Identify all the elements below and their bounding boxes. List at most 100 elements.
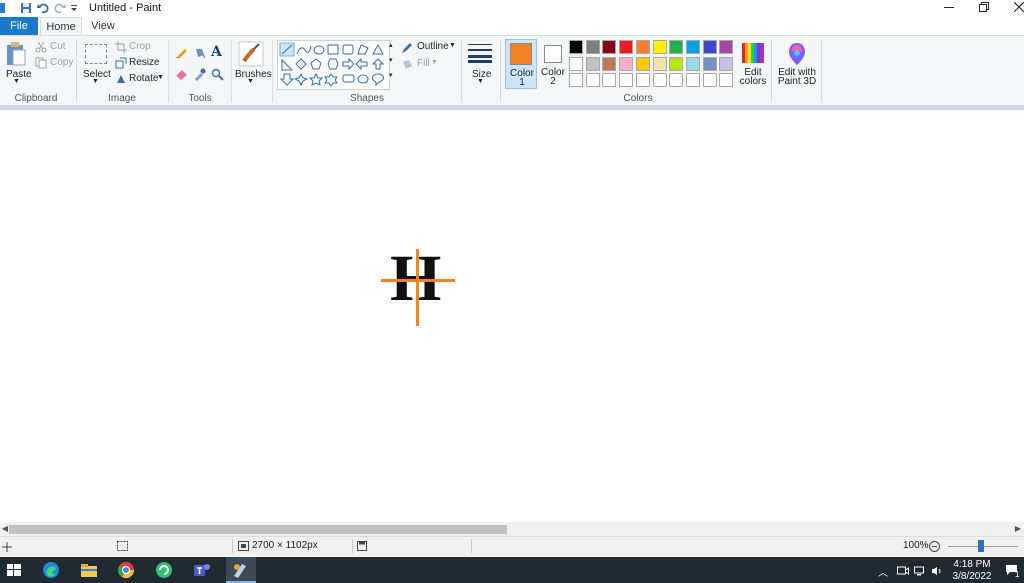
rotate-dropdown-icon: ▼ xyxy=(157,74,164,81)
palette-swatch[interactable] xyxy=(602,56,617,71)
copy-button[interactable]: Copy xyxy=(35,57,75,70)
pencil-icon[interactable] xyxy=(175,46,188,59)
edit-with-paint3d-button[interactable]: Edit with Paint 3D xyxy=(775,39,819,89)
color1-button[interactable]: Color 1 xyxy=(505,39,537,89)
palette-swatch[interactable] xyxy=(602,73,617,87)
edge-icon[interactable] xyxy=(42,561,60,579)
meet-now-icon[interactable] xyxy=(897,566,909,576)
size-button[interactable]: Size ▼ xyxy=(465,39,495,89)
brushes-button[interactable]: Brushes ▼ xyxy=(234,39,272,89)
edit-colors-label: Edit colors xyxy=(739,67,767,87)
palette-swatch[interactable] xyxy=(669,56,684,71)
expand-icon: ▾ xyxy=(389,72,393,79)
palette-swatch[interactable] xyxy=(585,56,600,71)
tab-home[interactable]: Home xyxy=(40,17,82,36)
magnifier-icon[interactable] xyxy=(211,68,224,81)
eraser-icon[interactable] xyxy=(175,68,188,81)
palette-swatch[interactable] xyxy=(635,56,650,71)
paste-button[interactable]: Paste ▼ xyxy=(3,39,32,89)
palette-swatch[interactable] xyxy=(569,40,583,54)
palette-swatch[interactable] xyxy=(635,73,650,87)
customize-arrow-icon[interactable] xyxy=(70,4,78,12)
palette-swatch[interactable] xyxy=(585,73,600,87)
palette-swatch[interactable] xyxy=(685,40,700,54)
teams-icon[interactable] xyxy=(193,561,211,579)
window-title: Untitled - Paint xyxy=(89,2,162,14)
palette-swatch[interactable] xyxy=(652,56,667,71)
palette-swatch[interactable] xyxy=(685,56,700,71)
palette-swatch[interactable] xyxy=(702,56,717,71)
save-icon[interactable] xyxy=(20,2,32,14)
palette-swatch[interactable] xyxy=(702,73,717,87)
scroll-up-icon: ▴ xyxy=(389,42,393,49)
start-icon[interactable] xyxy=(5,561,23,579)
colors-group-label: Colors xyxy=(623,93,653,104)
color-picker-icon[interactable] xyxy=(193,68,206,81)
chrome-icon[interactable] xyxy=(117,561,135,579)
crop-button[interactable]: Crop xyxy=(115,41,165,54)
fill-button[interactable]: Fill ▼ xyxy=(401,58,457,71)
volume-icon[interactable] xyxy=(931,566,943,576)
undo-icon[interactable] xyxy=(37,2,49,14)
text-icon[interactable]: A xyxy=(211,44,222,60)
paint-taskbar-active[interactable] xyxy=(226,557,256,583)
resize-button[interactable]: Resize xyxy=(115,57,165,70)
palette-swatch[interactable] xyxy=(602,40,617,54)
file-size-icon xyxy=(357,541,367,551)
color2-button[interactable]: Color 2 xyxy=(539,39,567,89)
palette-swatch[interactable] xyxy=(719,73,734,87)
tab-view[interactable]: View xyxy=(84,17,122,36)
redo-icon[interactable] xyxy=(54,2,66,14)
minimize-button[interactable] xyxy=(937,0,961,17)
outline-button[interactable]: Outline ▼ xyxy=(401,41,457,54)
network-icon[interactable] xyxy=(914,566,926,576)
tab-file[interactable]: File xyxy=(0,17,38,36)
rotate-button[interactable]: Rotate ▼ xyxy=(115,73,165,86)
shapes-gallery[interactable] xyxy=(277,40,390,90)
brushes-dropdown-icon: ▼ xyxy=(247,78,254,85)
palette-swatch[interactable] xyxy=(569,73,583,87)
palette-swatch[interactable] xyxy=(619,73,634,87)
restore-button[interactable] xyxy=(972,0,996,17)
palette-swatch[interactable] xyxy=(619,56,634,71)
fill-label: Fill xyxy=(417,58,430,69)
shapes-scroll[interactable]: ▴ ▾ ▾ xyxy=(389,41,397,87)
palette-swatch[interactable] xyxy=(685,73,700,87)
palette-swatch[interactable] xyxy=(569,56,583,71)
clock-time[interactable]: 4:18 PM xyxy=(948,559,996,570)
zoom-slider-thumb[interactable] xyxy=(978,540,984,552)
color1-label: Color 1 xyxy=(510,68,534,88)
paste-icon xyxy=(7,42,26,66)
group-separator xyxy=(771,40,772,102)
color-palette xyxy=(569,40,737,90)
close-button[interactable] xyxy=(1007,0,1024,17)
cut-button[interactable]: Cut xyxy=(35,41,75,54)
file-explorer-icon[interactable] xyxy=(80,561,98,579)
app-icon[interactable] xyxy=(155,561,173,579)
ribbon-tabs xyxy=(0,17,1024,36)
group-separator xyxy=(821,40,822,102)
scrollbar-thumb[interactable] xyxy=(9,525,507,534)
palette-swatch[interactable] xyxy=(669,40,684,54)
close-icon xyxy=(1013,1,1024,13)
copy-label: Copy xyxy=(50,57,74,68)
palette-swatch[interactable] xyxy=(669,73,684,87)
palette-swatch[interactable] xyxy=(719,56,734,71)
drawing-canvas[interactable]: H xyxy=(0,110,1024,522)
scroll-right-icon[interactable]: ▶ xyxy=(1013,522,1023,536)
clock-date[interactable]: 3/8/2022 xyxy=(948,571,996,582)
palette-swatch[interactable] xyxy=(702,40,717,54)
zoom-out-icon[interactable] xyxy=(929,541,940,552)
palette-swatch[interactable] xyxy=(652,40,667,54)
palette-swatch[interactable] xyxy=(719,40,734,54)
select-button[interactable]: Select ▼ xyxy=(82,39,111,89)
palette-swatch[interactable] xyxy=(585,40,600,54)
palette-swatch[interactable] xyxy=(635,40,650,54)
tray-overflow-icon[interactable]: ︿ xyxy=(878,564,888,579)
palette-swatch[interactable] xyxy=(619,40,634,54)
fill-icon[interactable] xyxy=(193,46,206,59)
edit-colors-button[interactable]: Edit colors xyxy=(738,39,768,89)
zoom-level: 100% xyxy=(903,540,929,551)
palette-swatch[interactable] xyxy=(652,73,667,87)
status-bar xyxy=(0,536,1024,556)
